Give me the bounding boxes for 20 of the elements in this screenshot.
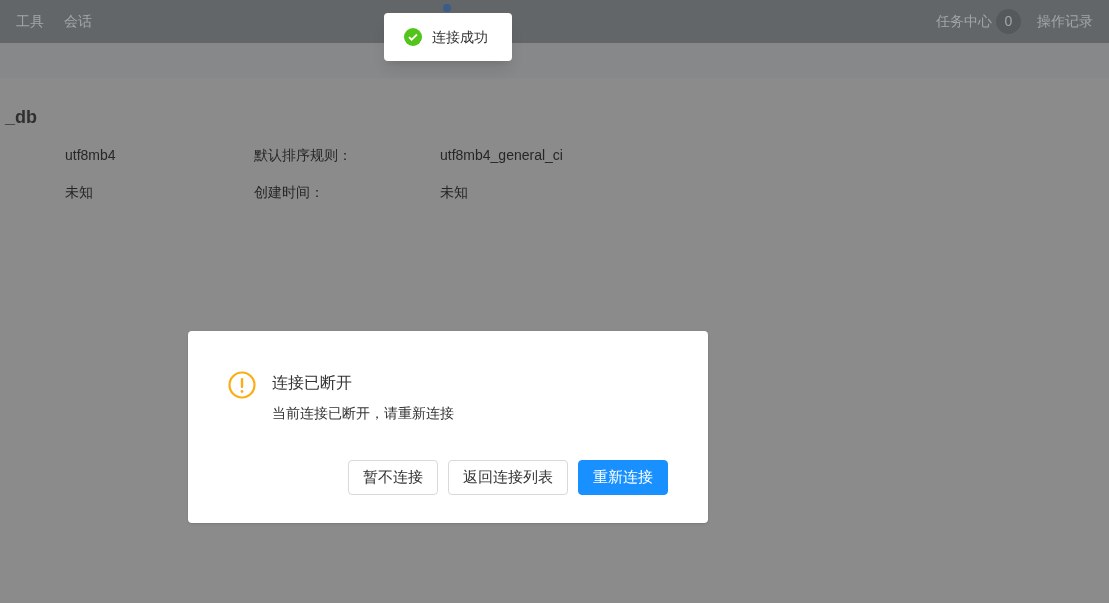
- field-label: 默认排序规则：: [254, 146, 353, 165]
- field-value: 未知: [440, 183, 468, 202]
- dialog-button[interactable]: 返回连接列表: [448, 460, 568, 495]
- field-label: 创建时间：: [254, 183, 325, 202]
- dialog-title: 连接已断开: [272, 373, 353, 393]
- field-value: 未知: [65, 183, 94, 202]
- task-count-badge: 0: [996, 9, 1021, 34]
- field-value: utf8mb4: [65, 146, 117, 165]
- menu-item[interactable]: 工具: [16, 11, 44, 32]
- menu-item[interactable]: 会话: [64, 11, 92, 32]
- operation-log-link[interactable]: 操作记录: [1037, 11, 1093, 32]
- database-title: _db: [4, 106, 38, 129]
- task-center-link[interactable]: 任务中心: [936, 11, 992, 32]
- field-value: utf8mb4_general_ci: [440, 146, 563, 165]
- dialog-button[interactable]: 暂不连接: [348, 460, 438, 495]
- toast-text: 连接成功: [432, 27, 488, 47]
- primary-button[interactable]: 重新连接: [578, 460, 668, 495]
- warning-icon: [228, 371, 256, 399]
- dialog-message: 当前连接已断开，请重新连接: [272, 404, 454, 423]
- check-circle-icon: [404, 28, 422, 46]
